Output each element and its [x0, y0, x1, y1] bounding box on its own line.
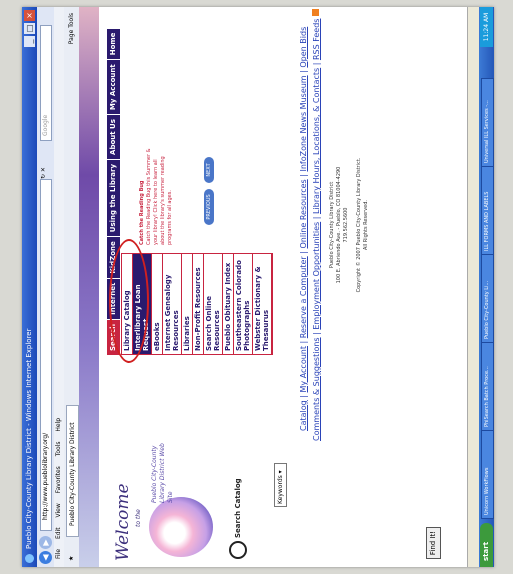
- tab-my-account[interactable]: My Account: [107, 59, 120, 115]
- reading-bug-text: Catch the Reading Bug this Summer & your…: [146, 148, 173, 245]
- left-column: Welcome to the Pueblo City-County Librar…: [99, 443, 467, 567]
- previous-button[interactable]: PREVIOUS: [204, 189, 214, 225]
- reading-bug-promo: Catch the Reading Bug Catch the Reading …: [139, 145, 174, 245]
- address-line: Pueblo City-County Library District: [329, 181, 335, 269]
- address-line: 100 E. Abriendo Ave. - Pueblo, CO 81004-…: [336, 166, 342, 284]
- copyright-line: Copyright © 2007 Pueblo City-County Libr…: [356, 157, 362, 293]
- footer-link[interactable]: Catalog: [299, 400, 308, 431]
- to-the-text: to the: [135, 509, 142, 527]
- rss-icon[interactable]: [312, 8, 319, 16]
- menu-view[interactable]: View: [55, 503, 62, 517]
- footer-link[interactable]: Open Bids: [299, 27, 308, 68]
- taskbar-item[interactable]: Unicorn WorkFlows: [481, 430, 494, 519]
- minimize-button[interactable]: _: [24, 36, 35, 47]
- favorites-star-icon[interactable]: ★: [68, 556, 75, 561]
- footer-link[interactable]: InfoZone News Museum: [299, 75, 308, 171]
- web-page: Welcome to the Pueblo City-County Librar…: [79, 7, 467, 567]
- system-clock: 11:24 AM: [480, 7, 493, 47]
- menu-item[interactable]: Webster Dictionary & Thesaurus: [253, 254, 272, 354]
- search-catalog-link[interactable]: Search Catalog: [229, 478, 247, 559]
- menu-item[interactable]: Non-Profit Resources: [193, 254, 204, 354]
- address-line: 719.562.5600: [343, 207, 349, 243]
- hand-drawn-circle-annotation: [109, 239, 149, 363]
- search-catalog-label: Search Catalog: [234, 478, 242, 538]
- footer-link[interactable]: Library Hours, Locations, & Contacts: [312, 68, 321, 214]
- taskbar-item[interactable]: Pueblo City-County Li...: [481, 254, 494, 343]
- url-field[interactable]: http://www.pueblolibrary.org/: [40, 179, 52, 531]
- taskbar-item[interactable]: ILL FORMS AND LABELS: [481, 166, 494, 255]
- keywords-select[interactable]: Keywords ▾: [274, 463, 287, 507]
- close-button[interactable]: ×: [24, 10, 35, 21]
- refresh-stop-icons[interactable]: ↻ ✕: [40, 149, 50, 179]
- next-button[interactable]: NEXT: [204, 157, 214, 183]
- magnifier-icon: [229, 541, 247, 559]
- taskbar-item[interactable]: PhiSearch Batch Proce...: [481, 342, 494, 431]
- menu-item[interactable]: Southeastern Colorado Photographs: [234, 254, 253, 354]
- menu-edit[interactable]: Edit: [55, 527, 62, 539]
- menu-help[interactable]: Help: [55, 418, 62, 432]
- menu-tools[interactable]: Tools: [55, 442, 62, 457]
- copyright-line: All Rights Reserved.: [363, 200, 369, 251]
- tab-using-library[interactable]: Using the Library: [107, 158, 120, 237]
- footer-link[interactable]: Employment Opportunities: [312, 222, 321, 330]
- header-gradient-strip: [79, 7, 99, 567]
- title-bar: Pueblo City-County Library District - Wi…: [22, 7, 37, 567]
- footer-links-row-2: Comments & Suggestions | Employment Oppo…: [312, 8, 321, 441]
- reader-logo-image: [149, 497, 213, 557]
- menu-item[interactable]: Libraries: [182, 254, 193, 354]
- footer-link[interactable]: Comments & Suggestions: [312, 337, 321, 441]
- web-site-text: Pueblo City-County Library District Web …: [151, 443, 174, 503]
- command-bar[interactable]: Page Tools: [64, 13, 79, 44]
- start-button[interactable]: start: [480, 523, 493, 567]
- footer-link[interactable]: RSS Feeds: [312, 19, 321, 61]
- welcome-heading: Welcome: [113, 483, 133, 561]
- taskbar-item[interactable]: Universal ILL Services -...: [481, 78, 494, 167]
- back-arrow-icon[interactable]: ◀: [39, 551, 52, 564]
- menu-favorites[interactable]: Favorites: [55, 466, 62, 493]
- ie-logo-icon: [25, 554, 34, 563]
- menu-item[interactable]: eBooks: [152, 254, 163, 354]
- footer-links-row-1: Catalog | My Account | Reserve a Compute…: [299, 26, 308, 431]
- forward-arrow-icon[interactable]: ▶: [39, 536, 52, 549]
- search-box[interactable]: Google: [40, 25, 52, 141]
- maximize-button[interactable]: □: [24, 23, 35, 34]
- tab-home[interactable]: Home: [107, 27, 120, 60]
- keywords-option: Keywords: [277, 475, 284, 504]
- menu-item[interactable]: Search Online Resources: [204, 254, 223, 354]
- address-bar: ◀ ▶ http://www.pueblolibrary.org/ ↻ ✕ Go…: [37, 7, 55, 567]
- windows-taskbar: start Unicorn WorkFlows PhiSearch Batch …: [479, 7, 494, 567]
- main-content: Search Internet KidZone Using the Librar…: [99, 7, 467, 445]
- library-address: Pueblo City-County Library District 100 …: [329, 105, 370, 345]
- menu-item[interactable]: Pueblo Obituary Index: [223, 254, 234, 354]
- find-it-button[interactable]: Find It!: [426, 527, 441, 559]
- footer-link[interactable]: My Account: [299, 346, 308, 392]
- footer-link[interactable]: Reserve a Computer: [299, 256, 308, 338]
- window-title: Pueblo City-County Library District - Wi…: [25, 328, 33, 549]
- screenshot-photo: Pueblo City-County Library District - Wi…: [0, 0, 513, 574]
- reading-bug-title: Catch the Reading Bug: [139, 180, 145, 245]
- browser-window: Pueblo City-County Library District - Wi…: [22, 7, 494, 567]
- menu-bar: File Edit View Favorites Tools Help: [54, 7, 64, 567]
- footer-link[interactable]: Online Resources: [299, 179, 308, 248]
- menu-item[interactable]: Internet Genealogy Resources: [163, 254, 182, 354]
- menu-file[interactable]: File: [55, 549, 62, 559]
- tab-about-us[interactable]: About Us: [107, 114, 120, 159]
- browser-tab[interactable]: Pueblo City-County Library District: [66, 405, 79, 537]
- favorites-bar: ★ Pueblo City-County Library District Pa…: [64, 7, 80, 567]
